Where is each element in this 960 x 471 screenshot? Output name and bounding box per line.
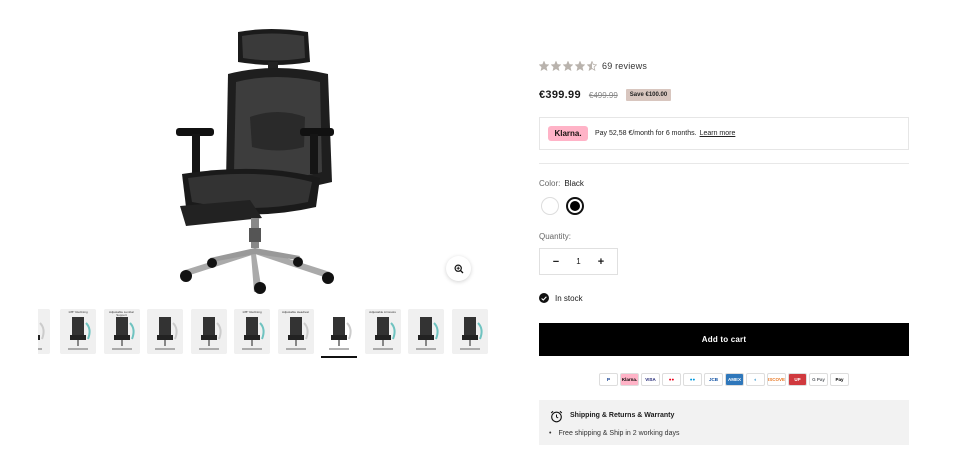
thumbnail-caption: 135° Reclining	[242, 310, 262, 314]
thumbnail-item[interactable]	[38, 309, 50, 354]
compare-price: €499.99	[588, 90, 618, 100]
thumbnail-item[interactable]: Adjustable Headrest	[277, 309, 314, 354]
thumbnail-caption: Adjustable Lumbar Support	[108, 310, 134, 318]
color-row: Color: Black	[539, 179, 584, 188]
alarm-clock-icon	[550, 410, 563, 423]
thumbnail-item[interactable]: 135° Reclining	[234, 309, 270, 354]
thumbnail-item[interactable]	[451, 309, 488, 354]
payment-icon-visa: VISA	[641, 373, 660, 386]
rating[interactable]: 69 reviews	[539, 61, 647, 71]
payment-icon-klarna: Klarna.	[620, 373, 639, 386]
klarna-logo: Klarna.	[548, 126, 588, 141]
thumbnail-item[interactable]: Adjustable Armrests	[364, 309, 401, 354]
shipping-title: Shipping & Returns & Warranty	[570, 412, 675, 419]
product-main-image[interactable]	[150, 22, 360, 297]
klarna-text: Pay 52,58 €/month for 6 months.	[595, 130, 697, 137]
payment-icon-jcb: JCB	[704, 373, 723, 386]
swatch-white[interactable]	[541, 197, 559, 215]
quantity-decrease-button[interactable]: −	[550, 256, 562, 268]
thumbnail-item[interactable]: Adjustable Lumbar Support	[103, 309, 140, 354]
check-circle-icon	[539, 293, 549, 303]
payment-icons: PKlarna.VISA●●●●JCBAMEX◐DISCOVERUPG PayP…	[599, 373, 849, 386]
current-price: €399.99	[539, 89, 581, 101]
price-row: €399.99 €499.99 Save €100.00	[539, 89, 672, 101]
add-to-cart-button[interactable]: Add to cart	[539, 323, 909, 356]
payment-icon-amex: AMEX	[725, 373, 744, 386]
payment-icon-maestro: ●●	[683, 373, 702, 386]
thumbnail-item[interactable]	[408, 309, 444, 354]
thumbnail-strip: 135° Reclining Adjustable Lumbar Support 1…	[38, 309, 488, 359]
office-chair-image	[176, 29, 334, 294]
payment-icon-applepay: Pay	[830, 373, 849, 386]
star-icon	[551, 61, 561, 71]
quantity-label: Quantity:	[539, 232, 572, 241]
active-thumbnail-indicator	[321, 356, 357, 358]
star-icon	[587, 61, 597, 71]
thumbnail-caption: Adjustable Armrests	[369, 310, 396, 314]
star-icon	[539, 61, 549, 71]
klarna-learn-more-link[interactable]: Learn more	[700, 130, 736, 137]
zoom-button[interactable]	[446, 256, 471, 281]
shipping-item: Free shipping & Ship in 2 working days	[549, 430, 679, 437]
stock-text: In stock	[555, 293, 583, 303]
payment-icon-unionpay: UP	[788, 373, 807, 386]
thumbnail-item[interactable]	[321, 309, 357, 354]
payment-icon-mastercard: ●●	[662, 373, 681, 386]
rating-stars	[539, 61, 597, 71]
color-label: Color:	[539, 179, 561, 188]
stock-status: In stock	[539, 293, 583, 303]
thumbnail-caption: 135° Reclining	[68, 310, 88, 314]
payment-icon-discover: DISCOVER	[767, 373, 786, 386]
thumbnail-item[interactable]	[190, 309, 227, 354]
thumbnail-caption: Adjustable Headrest	[281, 310, 310, 314]
quantity-increase-button[interactable]: +	[595, 256, 607, 268]
klarna-box: Klarna. Pay 52,58 €/month for 6 months. …	[539, 117, 909, 150]
reviews-count[interactable]: 69 reviews	[602, 61, 647, 71]
shipping-accordion[interactable]: Shipping & Returns & Warranty Free shipp…	[539, 400, 909, 445]
swatch-black[interactable]	[566, 197, 584, 215]
star-icon	[575, 61, 585, 71]
star-icon	[563, 61, 573, 71]
thumbnail-item[interactable]	[147, 309, 183, 354]
quantity-stepper: − 1 +	[539, 248, 618, 275]
thumbnail-item[interactable]: 135° Reclining	[60, 309, 96, 354]
zoom-in-icon	[453, 263, 463, 273]
payment-icon-gpay: G Pay	[809, 373, 828, 386]
divider	[539, 163, 909, 164]
payment-icon-diners: ◐	[746, 373, 765, 386]
payment-icon-paypal: P	[599, 373, 618, 386]
quantity-input[interactable]: 1	[576, 257, 580, 266]
save-badge: Save €100.00	[625, 89, 672, 101]
color-value: Black	[564, 179, 584, 188]
